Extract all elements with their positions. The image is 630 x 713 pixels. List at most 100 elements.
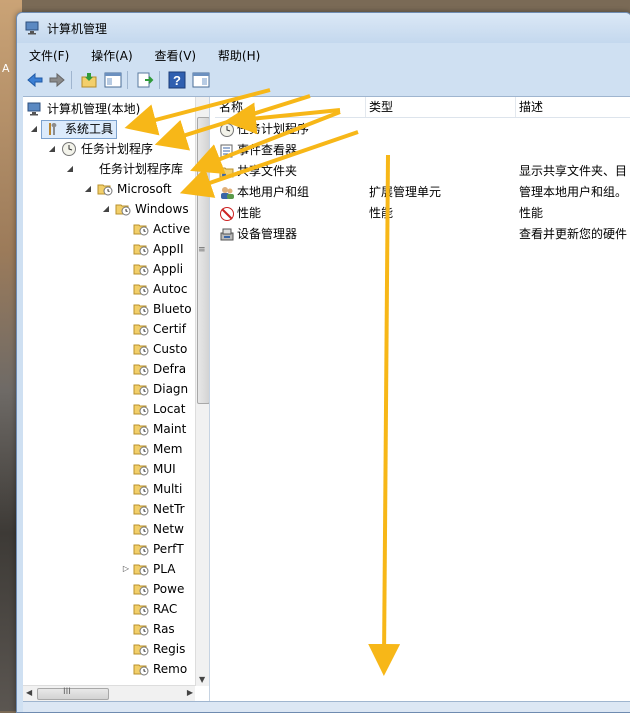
scroll-left-icon[interactable]: ◀ xyxy=(26,688,32,697)
tree-item-task-folder[interactable]: Ras xyxy=(23,619,193,639)
tree-item-label: Appli xyxy=(153,262,184,276)
folder-clock-icon xyxy=(133,444,149,456)
tree-item-task-folder[interactable]: NetTr xyxy=(23,499,193,519)
collapse-arrow-icon[interactable]: ◢ xyxy=(83,179,93,199)
folder-clock-icon xyxy=(133,224,149,236)
tree-item-task-folder[interactable]: Defra xyxy=(23,359,193,379)
collapse-arrow-icon[interactable]: ◢ xyxy=(47,139,57,159)
column-header-description[interactable]: 描述 xyxy=(515,97,630,117)
help-icon[interactable]: ? xyxy=(167,70,187,90)
tree-item-task-folder[interactable]: Remo xyxy=(23,659,193,679)
tree-item-task-scheduler[interactable]: ◢ 任务计划程序 xyxy=(23,139,193,159)
tree-item-label: Regis xyxy=(153,642,186,656)
folder-clock-icon xyxy=(133,504,149,516)
list-item-performance[interactable]: 性能 性能 性能 xyxy=(215,203,630,224)
collapse-arrow-icon[interactable]: ◢ xyxy=(101,199,111,219)
tree-horizontal-scrollbar[interactable]: ◀ III ▶ xyxy=(23,685,195,702)
folder-clock-icon xyxy=(97,184,113,196)
tree-item-task-folder[interactable]: Custo xyxy=(23,339,193,359)
tree-item-task-folder[interactable]: Maint xyxy=(23,419,193,439)
folder-clock-icon xyxy=(133,584,149,596)
folder-clock-icon xyxy=(133,344,149,356)
show-tree-icon[interactable] xyxy=(103,70,123,90)
menu-action[interactable]: 操作(A) xyxy=(83,45,141,66)
title-bar[interactable]: 计算机管理 xyxy=(17,13,630,43)
list-item-task-scheduler[interactable]: 任务计划程序 xyxy=(215,119,630,140)
folder-clock-icon xyxy=(133,264,149,276)
tree-item-task-scheduler-library[interactable]: ◢ 任务计划程序库 xyxy=(23,159,193,179)
tree-item-label: Windows xyxy=(135,202,189,216)
export-icon[interactable] xyxy=(135,70,155,90)
folder-clock-icon xyxy=(133,564,149,576)
tree-item-task-folder[interactable]: Active xyxy=(23,219,193,239)
expand-arrow-icon[interactable]: ▷ xyxy=(121,559,131,579)
tree-item-task-folder[interactable]: Netw xyxy=(23,519,193,539)
tree-item-system-tools[interactable]: ◢ 系统工具 xyxy=(23,119,193,139)
grip-icon: ≡ xyxy=(198,245,206,255)
tree-item-label: AppII xyxy=(153,242,184,256)
list-item-device-manager[interactable]: 设备管理器 查看并更新您的硬件 xyxy=(215,224,630,245)
scroll-right-icon[interactable]: ▶ xyxy=(187,688,193,697)
item-name: 事件查看器 xyxy=(237,143,298,157)
list-item-shared-folders[interactable]: 共享文件夹 显示共享文件夹、目 xyxy=(215,161,630,182)
item-description: 性能 xyxy=(519,206,544,220)
folder-clock-icon xyxy=(133,304,149,316)
item-type: 性能 xyxy=(369,206,394,220)
users-icon xyxy=(221,187,234,199)
collapse-arrow-icon[interactable]: ◢ xyxy=(65,159,75,179)
back-icon[interactable] xyxy=(25,70,45,90)
tree-item-microsoft[interactable]: ◢ Microsoft xyxy=(23,179,193,199)
tree-item-task-folder[interactable]: PerfT xyxy=(23,539,193,559)
forward-icon[interactable] xyxy=(47,70,67,90)
tree-item-task-folder[interactable]: RAC xyxy=(23,599,193,619)
tree-item-label: 任务计划程序库 xyxy=(99,162,184,176)
tree-item-computer-management[interactable]: 计算机管理(本地) xyxy=(23,99,193,119)
folder-clock-icon xyxy=(115,204,131,216)
clock-icon xyxy=(62,142,76,156)
tree-item-task-folder[interactable]: ▷ PLA xyxy=(23,559,193,579)
tree-item-label: Remo xyxy=(153,662,188,676)
tree-item-label: Custo xyxy=(153,342,188,356)
svg-text:?: ? xyxy=(173,73,181,88)
menu-file[interactable]: 文件(F) xyxy=(21,45,77,66)
tree-vertical-scrollbar[interactable]: ≡ ▼ xyxy=(195,97,209,686)
list-item-local-users-groups[interactable]: 本地用户和组 扩展管理单元 管理本地用户和组。 xyxy=(215,182,630,203)
tree-item-task-folder[interactable]: Certif xyxy=(23,319,193,339)
properties-icon[interactable] xyxy=(191,70,211,90)
computer-icon xyxy=(27,102,41,116)
column-header-type[interactable]: 类型 xyxy=(365,97,516,117)
details-list: 名称 类型 描述 任务计划程序 事件查看器 共享文件夹 显示共享文件夹、目 本地… xyxy=(215,97,630,702)
menu-view[interactable]: 查看(V) xyxy=(147,45,205,66)
event-viewer-icon xyxy=(220,144,233,158)
scroll-thumb[interactable] xyxy=(37,688,109,700)
tree-item-label: Powe xyxy=(153,582,185,596)
item-description: 显示共享文件夹、目 xyxy=(519,164,628,178)
tree-item-windows[interactable]: ◢ Windows xyxy=(23,199,193,219)
tree-item-task-folder[interactable]: Powe xyxy=(23,579,193,599)
folder-clock-icon xyxy=(133,664,149,676)
list-item-event-viewer[interactable]: 事件查看器 xyxy=(215,140,630,161)
tree-item-task-folder[interactable]: Mem xyxy=(23,439,193,459)
tree-item-task-folder[interactable]: Locat xyxy=(23,399,193,419)
grip-icon: III xyxy=(63,687,71,697)
scroll-down-icon[interactable]: ▼ xyxy=(199,675,205,684)
tree-item-task-folder[interactable]: Blueto xyxy=(23,299,193,319)
tree-item-task-folder[interactable]: MUI xyxy=(23,459,193,479)
menu-help[interactable]: 帮助(H) xyxy=(210,45,268,66)
item-type: 扩展管理单元 xyxy=(369,185,442,199)
tree-item-task-folder[interactable]: Diagn xyxy=(23,379,193,399)
scroll-thumb[interactable] xyxy=(197,117,209,404)
list-header: 名称 类型 描述 xyxy=(215,97,630,118)
tree-item-label: PerfT xyxy=(153,542,184,556)
up-folder-icon[interactable] xyxy=(79,70,99,90)
device-manager-icon xyxy=(220,228,234,241)
folder-clock-icon xyxy=(133,364,149,376)
column-header-name[interactable]: 名称 xyxy=(215,97,366,117)
tree-item-label: Mem xyxy=(153,442,183,456)
tree-item-task-folder[interactable]: AppII xyxy=(23,239,193,259)
tree-item-task-folder[interactable]: Autoc xyxy=(23,279,193,299)
tree-item-task-folder[interactable]: Regis xyxy=(23,639,193,659)
collapse-arrow-icon[interactable]: ◢ xyxy=(29,119,39,139)
tree-item-task-folder[interactable]: Multi xyxy=(23,479,193,499)
tree-item-task-folder[interactable]: Appli xyxy=(23,259,193,279)
